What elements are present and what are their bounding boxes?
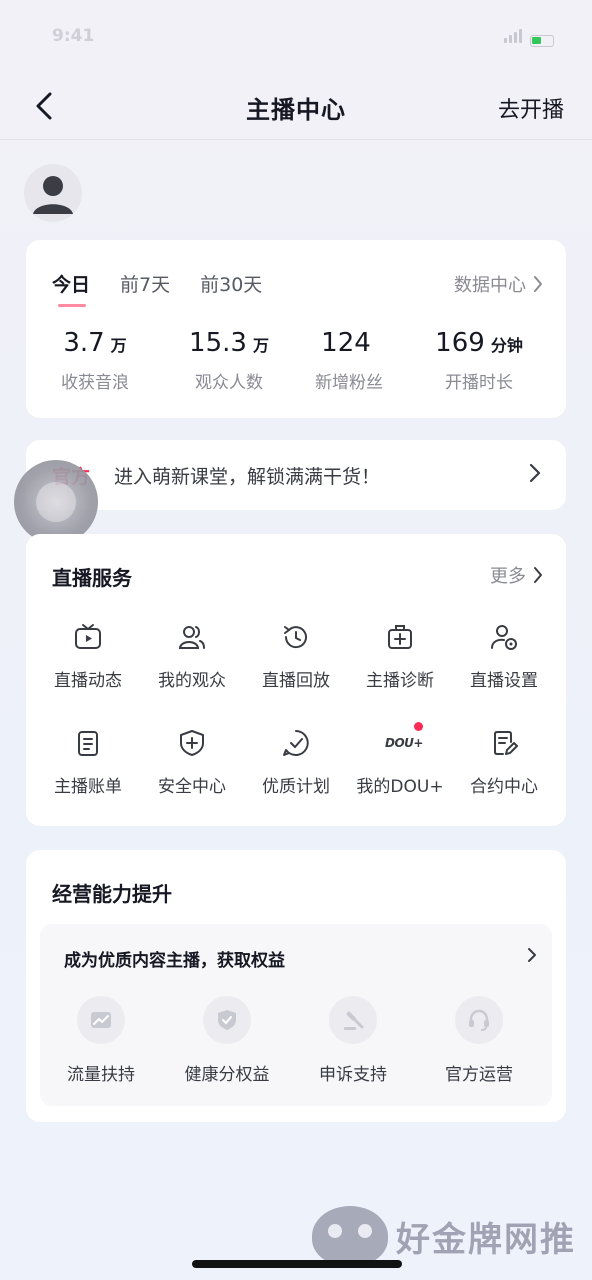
live-services-card: 直播服务 更多 直播动态 我的观众 直播回放 主播诊断 直播设置 主播账单 安全… bbox=[26, 534, 566, 826]
benefit-traffic-support[interactable]: 流量扶持 bbox=[46, 996, 156, 1085]
banner-subtitle: 成为优质内容主播，获取权益 bbox=[64, 951, 285, 971]
service-streamer-diagnosis[interactable]: 主播诊断 bbox=[346, 622, 454, 691]
benefit-label: 流量扶持 bbox=[67, 1065, 135, 1085]
dou-icon: DOU+ bbox=[385, 722, 423, 758]
user-settings-icon bbox=[489, 622, 519, 652]
stat-item[interactable]: 15.3 万 观众人数 bbox=[164, 328, 294, 393]
benefit-label: 官方运营 bbox=[445, 1065, 513, 1085]
stat-value: 15.3 bbox=[189, 328, 247, 358]
stat-item[interactable]: 169 分钟 开播时长 bbox=[414, 328, 544, 393]
stat-unit: 万 bbox=[110, 336, 127, 355]
business-growth-card: 经营能力提升 成为优质内容主播，获取权益 流量扶持 健康分权益 申诉支持 官方运… bbox=[26, 850, 566, 1122]
service-label: 优质计划 bbox=[262, 777, 330, 797]
service-label: 我的DOU+ bbox=[356, 777, 444, 797]
chevron-right-icon bbox=[528, 948, 536, 962]
service-contract-center[interactable]: 合约中心 bbox=[450, 728, 558, 797]
notification-dot bbox=[414, 722, 423, 731]
service-label: 我的观众 bbox=[158, 671, 226, 691]
stats-card: 今日 前7天 前30天 数据中心 3.7 万 收获音浪 15.3 万 观众人数 12… bbox=[26, 240, 566, 418]
service-live-settings[interactable]: 直播设置 bbox=[450, 622, 558, 691]
service-my-dou-plus[interactable]: DOU+ 我的DOU+ bbox=[346, 722, 454, 797]
watermark: 好金牌网推 bbox=[312, 1206, 576, 1266]
medical-kit-icon bbox=[385, 622, 415, 652]
service-label: 合约中心 bbox=[470, 777, 538, 797]
service-label: 直播动态 bbox=[54, 671, 122, 691]
stat-value: 169 bbox=[435, 328, 485, 358]
tab-today[interactable]: 今日 bbox=[52, 270, 90, 307]
stat-item[interactable]: 124 新增粉丝 bbox=[284, 328, 414, 393]
history-icon bbox=[281, 622, 311, 652]
tab-30-days[interactable]: 前30天 bbox=[200, 270, 262, 297]
data-center-label: 数据中心 bbox=[454, 275, 526, 296]
status-bar: 9:41 bbox=[0, 0, 592, 70]
stat-unit: 万 bbox=[252, 336, 269, 355]
tab-7-days[interactable]: 前7天 bbox=[120, 270, 170, 297]
quality-streamer-banner[interactable]: 成为优质内容主播，获取权益 流量扶持 健康分权益 申诉支持 官方运营 bbox=[40, 924, 552, 1106]
stat-unit: 分钟 bbox=[490, 336, 523, 355]
more-link[interactable]: 更多 bbox=[490, 562, 544, 588]
go-live-button[interactable]: 去开播 bbox=[498, 92, 564, 124]
contract-edit-icon bbox=[489, 728, 519, 758]
nav-bar: 主播中心 去开播 bbox=[0, 72, 592, 140]
service-label: 直播回放 bbox=[262, 671, 330, 691]
tv-icon bbox=[73, 622, 103, 652]
status-time: 9:41 bbox=[52, 26, 95, 46]
service-streamer-bill[interactable]: 主播账单 bbox=[34, 728, 142, 797]
stat-value: 3.7 bbox=[63, 328, 105, 358]
service-security-center[interactable]: 安全中心 bbox=[138, 728, 246, 797]
section-title: 经营能力提升 bbox=[52, 882, 172, 906]
gavel-icon bbox=[329, 996, 377, 1044]
traffic-chart-icon bbox=[77, 996, 125, 1044]
service-quality-plan[interactable]: 优质计划 bbox=[242, 728, 350, 797]
benefit-appeal-support[interactable]: 申诉支持 bbox=[298, 996, 408, 1085]
chevron-right-icon bbox=[534, 567, 542, 583]
headset-icon bbox=[455, 996, 503, 1044]
users-icon bbox=[177, 622, 207, 652]
more-label: 更多 bbox=[490, 566, 526, 587]
service-label: 主播诊断 bbox=[366, 671, 434, 691]
chevron-right-icon bbox=[534, 276, 542, 292]
chevron-right-icon bbox=[529, 463, 541, 483]
shield-plus-icon bbox=[177, 728, 207, 758]
stat-label: 观众人数 bbox=[195, 373, 263, 393]
benefit-label: 健康分权益 bbox=[184, 1065, 270, 1085]
service-label: 主播账单 bbox=[54, 777, 122, 797]
stat-label: 收获音浪 bbox=[61, 373, 129, 393]
benefit-official-operation[interactable]: 官方运营 bbox=[424, 996, 534, 1085]
service-label: 直播设置 bbox=[470, 671, 538, 691]
check-circle-icon bbox=[281, 728, 311, 758]
stat-label: 新增粉丝 bbox=[315, 373, 383, 393]
service-live-replay[interactable]: 直播回放 bbox=[242, 622, 350, 691]
data-center-link[interactable]: 数据中心 bbox=[454, 271, 544, 297]
official-notice-banner[interactable]: 官方 进入萌新课堂，解锁满满干货！ bbox=[26, 440, 566, 510]
avatar[interactable] bbox=[24, 164, 82, 222]
benefit-health-score[interactable]: 健康分权益 bbox=[172, 996, 282, 1085]
service-my-audience[interactable]: 我的观众 bbox=[138, 622, 246, 691]
stat-value: 124 bbox=[321, 328, 371, 358]
range-tabs: 今日 前7天 前30天 bbox=[52, 270, 262, 307]
dou-icon-text: DOU+ bbox=[385, 736, 423, 750]
section-title: 直播服务 bbox=[52, 566, 132, 590]
cat-logo-icon bbox=[312, 1206, 388, 1266]
status-icons bbox=[504, 28, 554, 47]
health-shield-icon bbox=[203, 996, 251, 1044]
signal-icon bbox=[504, 28, 524, 47]
stat-item[interactable]: 3.7 万 收获音浪 bbox=[30, 328, 160, 393]
floating-assistant-button[interactable] bbox=[14, 460, 98, 544]
notice-text: 进入萌新课堂，解锁满满干货！ bbox=[114, 466, 381, 488]
bill-icon bbox=[73, 728, 103, 758]
watermark-text: 好金牌网推 bbox=[396, 1219, 576, 1260]
service-live-dynamics[interactable]: 直播动态 bbox=[34, 622, 142, 691]
stat-label: 开播时长 bbox=[445, 373, 513, 393]
service-label: 安全中心 bbox=[158, 777, 226, 797]
user-avatar-icon bbox=[33, 176, 73, 214]
home-indicator[interactable] bbox=[192, 1260, 402, 1268]
battery-icon bbox=[530, 35, 554, 47]
benefit-label: 申诉支持 bbox=[319, 1065, 387, 1085]
